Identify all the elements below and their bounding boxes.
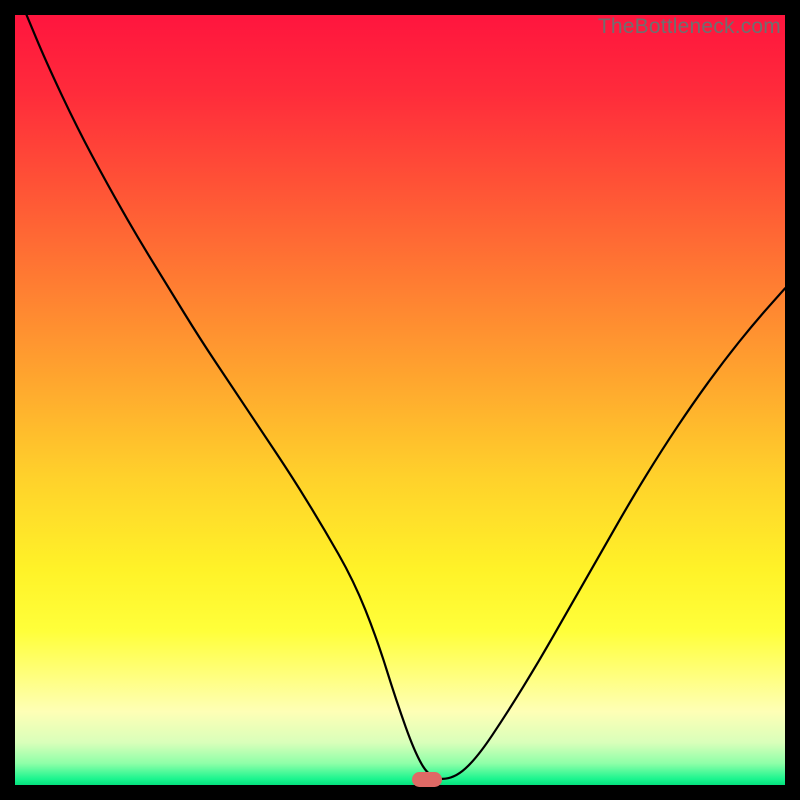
gradient-background: [15, 15, 785, 785]
optimum-marker: [412, 772, 441, 787]
chart-frame: TheBottleneck.com: [15, 15, 785, 785]
chart-canvas: [15, 15, 785, 785]
watermark-text: TheBottleneck.com: [598, 15, 781, 39]
